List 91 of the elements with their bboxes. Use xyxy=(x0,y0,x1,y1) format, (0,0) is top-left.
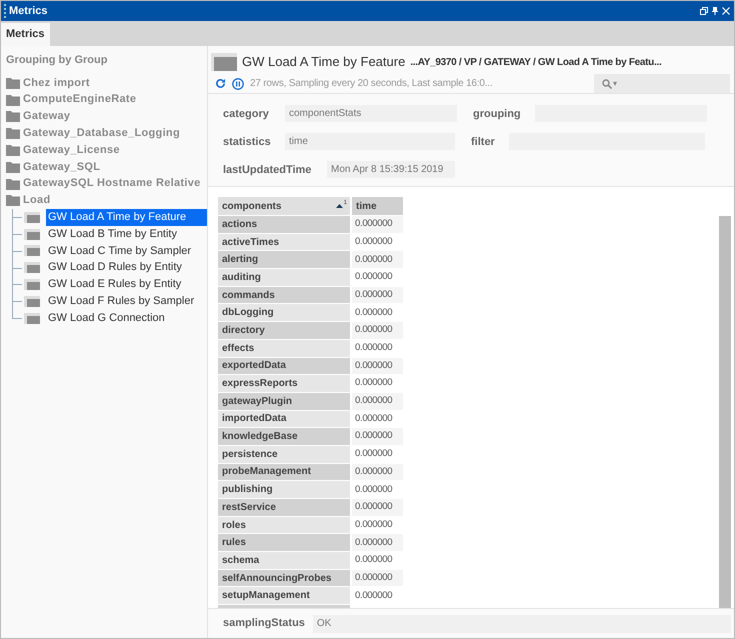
tree-folder[interactable]: ComputeEngineRate xyxy=(23,91,136,108)
table-cell: 0.000000 xyxy=(352,286,403,304)
tree-item[interactable]: GW Load F Rules by Sampler xyxy=(46,292,207,310)
tree-folder[interactable]: Chez import xyxy=(23,74,90,92)
folder-icon xyxy=(6,127,20,140)
field-label: lastUpdatedTime xyxy=(223,164,312,176)
table-cell: probeManagement xyxy=(218,464,350,480)
field-label: category xyxy=(223,108,269,120)
window-title: Metrics xyxy=(9,4,48,19)
scrollbar[interactable] xyxy=(719,216,731,608)
sort-ascending-icon xyxy=(336,204,343,208)
tree-folder[interactable]: Gateway_License xyxy=(23,142,120,158)
table-cell: exportedData xyxy=(218,358,350,374)
tree-item[interactable]: GW Load B Time by Entity xyxy=(46,226,207,242)
table-cell: knowledgeBase xyxy=(218,428,350,445)
field-value: time xyxy=(285,132,455,150)
folder-icon xyxy=(6,178,20,190)
view-icon xyxy=(24,278,40,290)
table-cell: selfAnnouncingProbes xyxy=(218,570,350,586)
table-cell: alerting xyxy=(218,251,350,268)
view-icon xyxy=(211,53,237,71)
table-cell: restService xyxy=(218,499,350,516)
folder-icon xyxy=(6,76,20,89)
folder-icon xyxy=(6,110,20,122)
tree-item[interactable]: GW Load A Time by Feature xyxy=(46,208,207,226)
breadcrumb-path: ...AY_9370 / VP / GATEWAY / GW Load A Time by Featu... xyxy=(410,56,662,70)
search-icon xyxy=(602,78,612,88)
view-icon xyxy=(24,312,40,324)
close-icon[interactable] xyxy=(722,7,730,15)
tree-folder[interactable]: Gateway_Database_Logging xyxy=(23,125,180,142)
column-header[interactable]: time xyxy=(352,197,403,215)
view-icon xyxy=(24,228,40,240)
table-cell: 0.000000 xyxy=(352,570,403,586)
refresh-icon[interactable] xyxy=(215,78,226,89)
field-value: OK xyxy=(312,614,731,632)
tree-folder[interactable]: Load xyxy=(23,192,50,209)
view-title: GW Load A Time by Feature xyxy=(242,53,406,72)
view-icon xyxy=(24,262,40,274)
sampling-info: 27 rows, Sampling every 20 seconds, Last sample 16:0... xyxy=(250,77,494,91)
table-cell: 0.000000 xyxy=(352,534,403,552)
caret-icon: ▾ xyxy=(613,78,617,90)
field-label: statistics xyxy=(223,136,271,148)
field-label: filter xyxy=(471,136,495,148)
table-cell: actions xyxy=(218,216,350,233)
field-value: componentStats xyxy=(285,104,457,122)
tree-item[interactable]: GW Load E Rules by Entity xyxy=(46,276,207,293)
table-cell: importedData xyxy=(218,410,350,428)
table-cell: persistence xyxy=(218,446,350,463)
table-cell: auditing xyxy=(218,269,350,286)
table-cell: effects xyxy=(218,340,350,356)
view-icon xyxy=(24,212,40,223)
panel-heading: Grouping by Group xyxy=(5,53,108,68)
table-cell: publishing xyxy=(218,481,350,498)
tree-folder[interactable]: Gateway_SQL xyxy=(23,158,100,176)
search-field[interactable]: ▾ xyxy=(594,74,730,93)
table-cell: activeTimes xyxy=(218,234,350,250)
folder-icon xyxy=(6,194,20,206)
tree-folder[interactable]: GatewaySQL Hostname Relative xyxy=(23,175,201,192)
table-cell: 0.000000 xyxy=(352,216,403,233)
tree-item[interactable]: GW Load C Time by Sampler xyxy=(46,242,207,260)
field-value: Mon Apr 8 15:39:15 2019 xyxy=(327,160,455,178)
view-icon xyxy=(24,245,40,256)
folder-icon xyxy=(6,94,20,106)
table-cell: 0.000000 xyxy=(352,428,403,445)
table-cell: 0.000000 xyxy=(352,358,403,374)
folder-icon xyxy=(6,160,20,173)
restore-icon[interactable] xyxy=(700,7,708,15)
pause-icon[interactable] xyxy=(232,78,244,90)
field-label: grouping xyxy=(473,108,521,120)
table-cell: 0.000000 xyxy=(352,322,403,339)
tree-item[interactable]: GW Load D Rules by Entity xyxy=(46,259,207,276)
table-cell: gatewayPlugin xyxy=(218,392,350,410)
table-cell: setupManagement xyxy=(218,587,350,604)
folder-icon xyxy=(6,144,20,156)
table-cell: rules xyxy=(218,534,350,552)
tree-item[interactable]: GW Load G Connection xyxy=(46,310,207,326)
table-cell: 0.000000 xyxy=(352,464,403,480)
table-cell: 0.000000 xyxy=(352,251,403,268)
tab[interactable]: Metrics xyxy=(1,23,50,46)
view-icon xyxy=(24,296,40,307)
table-cell: dbLogging xyxy=(218,304,350,322)
table-cell: 0.000000 xyxy=(352,499,403,516)
table-cell: directory xyxy=(218,322,350,339)
table-cell: commands xyxy=(218,286,350,304)
field-label: samplingStatus xyxy=(223,616,305,632)
tree-folder[interactable]: Gateway xyxy=(23,108,70,125)
pin-icon[interactable] xyxy=(711,7,719,15)
table-cell: roles xyxy=(218,516,350,534)
table-cell: schema xyxy=(218,552,350,569)
table-cell: 0.000000 xyxy=(352,392,403,410)
table-cell: expressReports xyxy=(218,375,350,392)
